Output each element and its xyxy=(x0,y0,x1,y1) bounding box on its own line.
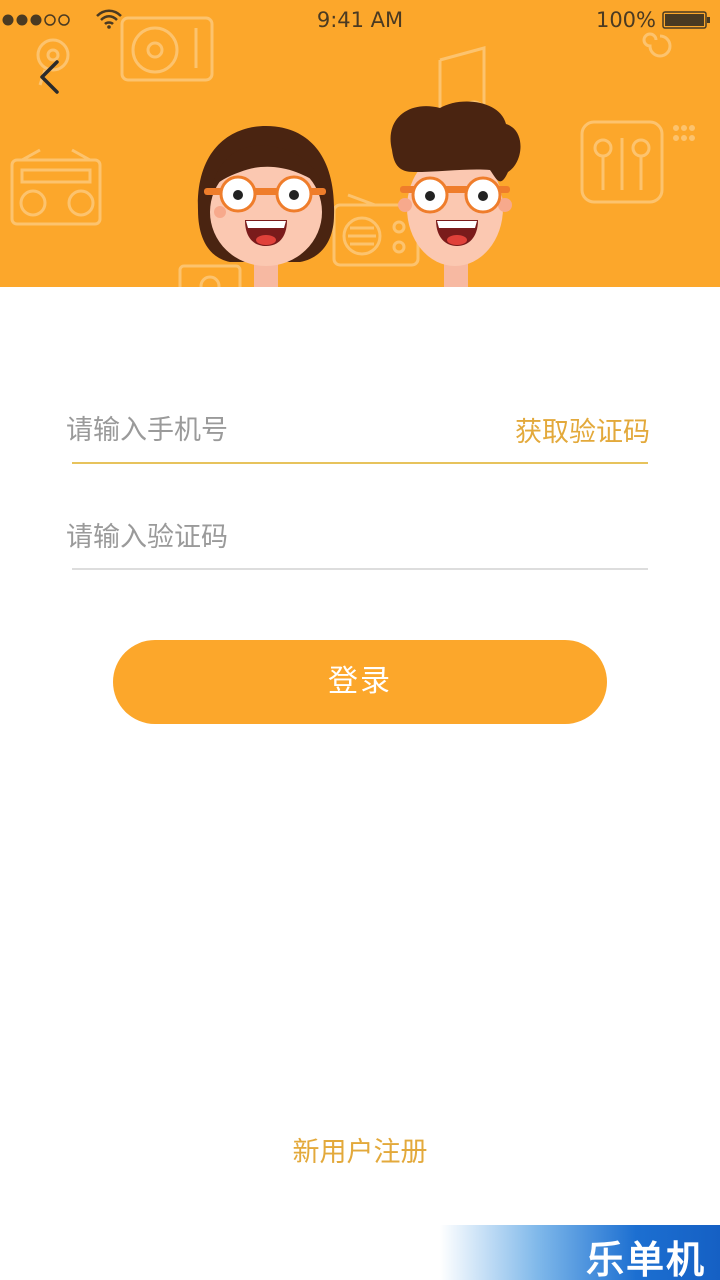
get-code-button[interactable]: 获取验证码 xyxy=(515,410,650,449)
code-underline xyxy=(72,568,648,570)
boy-character-icon xyxy=(390,101,521,287)
battery-percentage: 100% xyxy=(595,8,656,32)
status-bar: 9:41 AM 100% xyxy=(0,0,720,40)
phone-field: 获取验证码 xyxy=(66,400,650,464)
header-banner: 9:41 AM 100% xyxy=(0,0,720,287)
header-illustration xyxy=(10,16,695,287)
phone-input[interactable] xyxy=(66,400,506,460)
code-field xyxy=(66,507,648,570)
watermark-text: 乐单机 xyxy=(585,1238,706,1280)
phone-underline xyxy=(72,462,648,464)
back-button[interactable] xyxy=(28,52,72,102)
register-link[interactable]: 新用户注册 xyxy=(0,1130,720,1169)
back-arrow-icon xyxy=(40,60,59,94)
battery-icon xyxy=(662,11,710,29)
girl-character-icon xyxy=(197,126,335,287)
login-button[interactable]: 登录 xyxy=(113,640,607,724)
watermark: 乐单机 xyxy=(440,1225,720,1280)
verification-code-input[interactable] xyxy=(66,507,506,567)
